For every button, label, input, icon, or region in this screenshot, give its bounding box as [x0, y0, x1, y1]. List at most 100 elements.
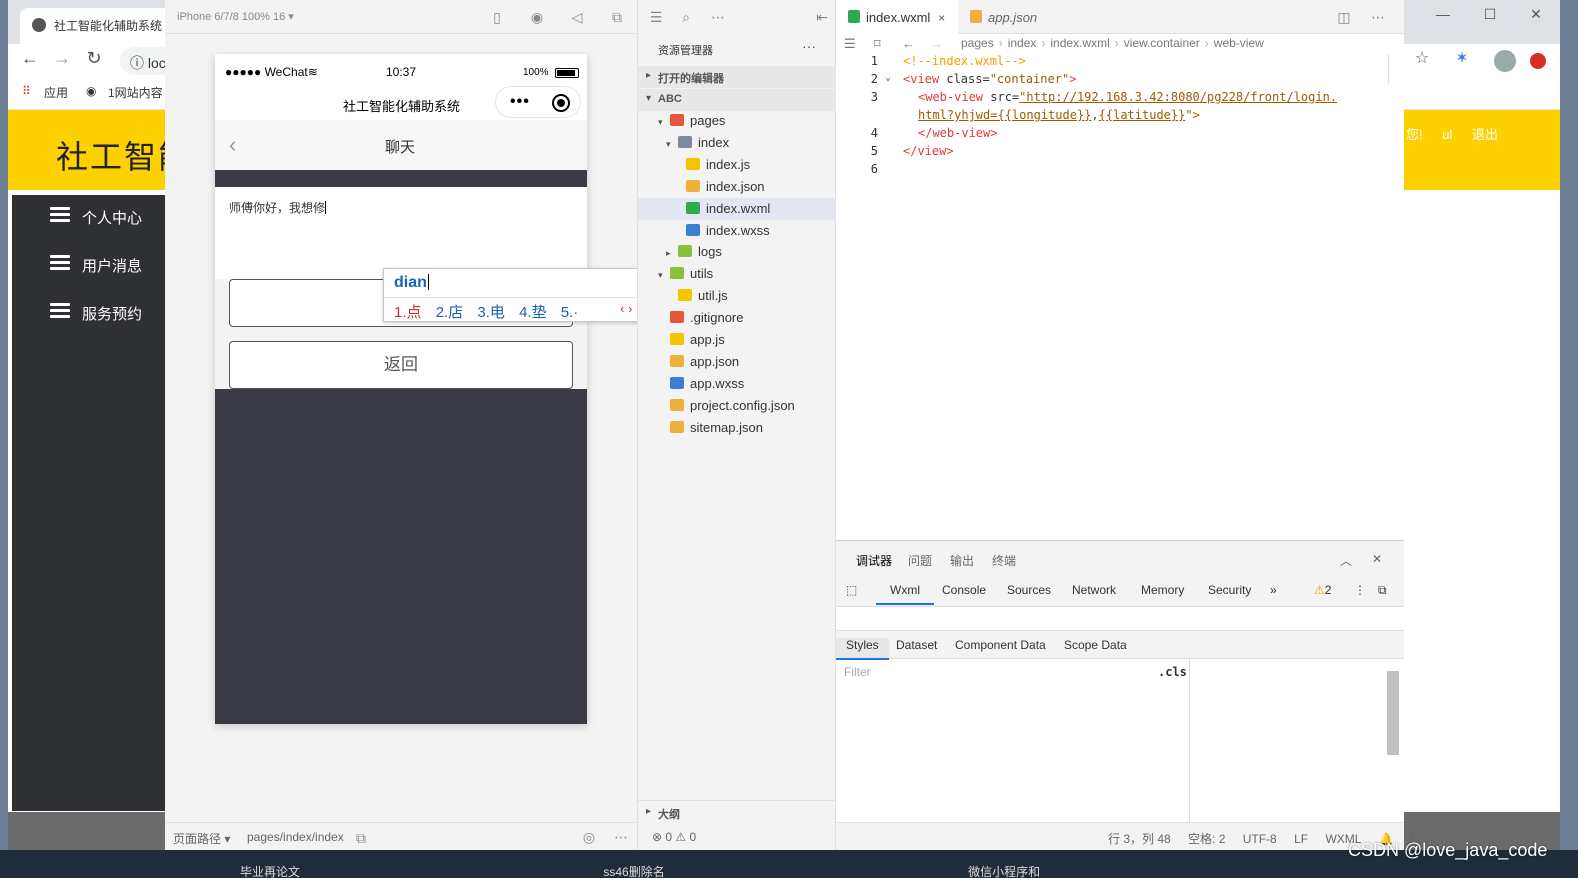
- styles-filter-input[interactable]: Filter: [840, 661, 1148, 683]
- tab-output[interactable]: 输出: [950, 552, 974, 569]
- tree-item[interactable]: util.js: [638, 285, 837, 307]
- back-arrow-icon[interactable]: ←: [18, 48, 42, 69]
- chevron-down-icon[interactable]: ▾: [658, 117, 670, 128]
- username-link[interactable]: ul: [1442, 127, 1452, 142]
- volume-icon[interactable]: ◁: [569, 9, 585, 25]
- outline-section[interactable]: 大纲: [638, 800, 837, 822]
- chevron-up-icon[interactable]: ︿: [1340, 552, 1352, 569]
- close-icon[interactable]: ✕: [1372, 552, 1382, 566]
- list-icon[interactable]: ☰: [648, 9, 664, 25]
- copy-icon[interactable]: ⧉: [353, 830, 369, 846]
- device-selector[interactable]: iPhone 6/7/8 100% 16 ▾: [177, 10, 294, 23]
- ime-candidate[interactable]: 5.·: [561, 304, 579, 321]
- profile-avatar[interactable]: [1494, 50, 1516, 72]
- tree-item[interactable]: sitemap.json: [638, 417, 837, 439]
- tree-item[interactable]: project.config.json: [638, 395, 837, 417]
- tree-item[interactable]: app.json: [638, 351, 837, 373]
- tree-item[interactable]: index.js: [638, 154, 837, 176]
- tab-app-json[interactable]: app.json: [958, 0, 1049, 34]
- chevron-right-icon[interactable]: ▸: [666, 248, 678, 259]
- wxml-tree[interactable]: [836, 607, 1404, 631]
- scrollbar-thumb[interactable]: [1387, 671, 1399, 755]
- tree-item[interactable]: ▾ pages: [638, 110, 837, 132]
- apps-grid-icon[interactable]: ⠿: [22, 84, 31, 98]
- cursor-position[interactable]: 行 3，列 48: [1108, 832, 1171, 846]
- tree-item[interactable]: ▾ index: [638, 132, 837, 154]
- ime-candidate[interactable]: 3.电: [477, 304, 505, 321]
- chevron-down-icon[interactable]: ▾: [658, 270, 670, 281]
- more-icon[interactable]: ···: [802, 38, 816, 54]
- ime-candidate[interactable]: 1.点: [394, 304, 422, 321]
- bookmark-apps[interactable]: 应用: [44, 84, 68, 101]
- tab-terminal[interactable]: 终端: [992, 552, 1016, 569]
- open-editors-section[interactable]: 打开的编辑器: [638, 66, 837, 88]
- tree-item[interactable]: app.wxss: [638, 373, 837, 395]
- sidebar-item-profile[interactable]: 个人中心: [50, 207, 142, 228]
- close-icon[interactable]: ✕: [1521, 6, 1551, 23]
- pane-divider[interactable]: [1189, 659, 1190, 823]
- taskbar-item[interactable]: 微信小程序和: [968, 865, 1040, 878]
- minimize-icon[interactable]: —: [1428, 6, 1458, 22]
- minimap[interactable]: [1388, 54, 1404, 84]
- tab-console[interactable]: Console: [942, 583, 986, 597]
- code-line[interactable]: 3 <web-view src="http://192.168.3.42:8080…: [836, 90, 1404, 108]
- tree-item[interactable]: index.json: [638, 176, 837, 198]
- code-line[interactable]: html?yhjwd={{longitude}},{{latitude}}">: [836, 108, 1404, 126]
- code-line[interactable]: 5 </view>: [836, 144, 1404, 162]
- tab-component-data[interactable]: Component Data: [955, 638, 1046, 652]
- tree-item[interactable]: ▾ utils: [638, 263, 837, 285]
- breadcrumb-item[interactable]: index: [1008, 36, 1037, 50]
- tab-wxml[interactable]: Wxml: [876, 583, 934, 605]
- record-icon[interactable]: ◉: [529, 9, 545, 25]
- split-editor-icon[interactable]: ◫: [1336, 9, 1352, 25]
- tab-memory[interactable]: Memory: [1141, 583, 1184, 597]
- phone-icon[interactable]: ▯: [489, 9, 505, 25]
- ime-candidate[interactable]: 4.垫: [519, 304, 547, 321]
- more-tabs-icon[interactable]: »: [1270, 583, 1277, 597]
- bookmark-site[interactable]: 1网站内容: [108, 84, 163, 101]
- tree-item[interactable]: ▸ logs: [638, 241, 837, 263]
- more-icon[interactable]: ⋯: [710, 9, 726, 25]
- warning-badge[interactable]: ⚠2: [1314, 583, 1331, 597]
- code-line[interactable]: 6: [836, 162, 1404, 180]
- sidebar-item-messages[interactable]: 用户消息: [50, 255, 142, 276]
- page-path-dropdown[interactable]: 页面路径 ▾: [173, 830, 230, 847]
- reload-icon[interactable]: ↻: [82, 48, 106, 69]
- extension-icon[interactable]: ✶: [1450, 48, 1474, 68]
- close-icon[interactable]: ×: [938, 11, 945, 25]
- encoding[interactable]: UTF-8: [1243, 832, 1277, 846]
- breadcrumb-item[interactable]: index.wxml: [1050, 36, 1109, 50]
- tab-security[interactable]: Security: [1208, 583, 1251, 597]
- tree-item[interactable]: index.wxml: [638, 197, 837, 220]
- breadcrumb-item[interactable]: web-view: [1214, 36, 1264, 50]
- chevron-down-icon[interactable]: ▾: [666, 139, 678, 150]
- more-icon[interactable]: ⋯: [613, 829, 629, 845]
- tab-network[interactable]: Network: [1072, 583, 1116, 597]
- ime-candidate[interactable]: 2.店: [436, 304, 464, 321]
- search-icon[interactable]: ⌕: [678, 9, 694, 25]
- tree-item[interactable]: app.js: [638, 329, 837, 351]
- breadcrumb-item[interactable]: view.container: [1124, 36, 1200, 50]
- nav-back-icon[interactable]: ‹: [229, 132, 236, 158]
- tab-sources[interactable]: Sources: [1007, 583, 1051, 597]
- more-dots-icon[interactable]: •••: [510, 93, 530, 111]
- tab-problems[interactable]: 问题: [908, 552, 932, 569]
- more-icon[interactable]: ⋯: [1370, 9, 1386, 25]
- taskbar-item[interactable]: 毕业再论文: [240, 865, 300, 878]
- forward-arrow-icon[interactable]: →: [50, 48, 74, 69]
- problems-status[interactable]: ⊗ 0 ⚠ 0: [652, 830, 696, 844]
- kebab-menu-icon[interactable]: ⋮: [1354, 583, 1366, 597]
- update-icon[interactable]: [1530, 53, 1546, 69]
- tab-styles[interactable]: Styles: [836, 638, 889, 660]
- eye-icon[interactable]: ◎: [581, 829, 597, 845]
- tree-item[interactable]: .gitignore: [638, 307, 837, 329]
- chat-input[interactable]: 师傅你好，我想修: [229, 199, 327, 216]
- close-circle-icon[interactable]: [552, 94, 570, 112]
- back-button[interactable]: 返回: [229, 341, 573, 389]
- logout-link[interactable]: 退出: [1472, 127, 1498, 142]
- code-line[interactable]: 4 </web-view>: [836, 126, 1404, 144]
- indentation[interactable]: 空格: 2: [1188, 832, 1225, 846]
- code-line[interactable]: 1 <!--index.wxml-->: [836, 54, 1404, 72]
- star-icon[interactable]: ☆: [1410, 48, 1434, 68]
- undock-icon[interactable]: ⧉: [1378, 583, 1387, 598]
